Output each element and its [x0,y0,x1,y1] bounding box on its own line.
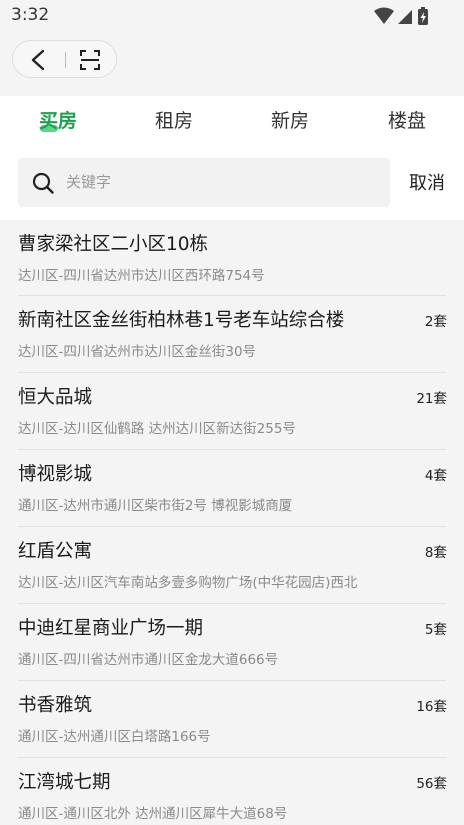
list-item-address: 达川区-四川省达州市达川区金丝街30号 [18,344,257,360]
capsule-divider [65,52,66,68]
list-item-address: 达川区-四川省达州市达川区西环路754号 [18,268,265,284]
list-item-count: 21套 [416,391,447,407]
tab-rent[interactable]: 租房 [155,107,193,135]
list-item-address: 通川区-四川省达州市通川区金龙大道666号 [18,652,279,668]
scan-icon[interactable] [79,49,101,71]
search-input[interactable] [66,170,376,194]
list-item-count: 8套 [424,545,447,561]
signal-icon [398,10,412,24]
battery-icon [418,7,428,25]
list-item-name: 恒大品城 [18,387,93,408]
list-item[interactable]: 书香雅筑 通川区-达州通川区白塔路166号 16套 [0,681,464,758]
status-time: 3:32 [11,5,50,25]
list-item[interactable]: 博视影城 通川区-达州市通川区柴市街2号 博视影城商厦 4套 [0,450,464,527]
back-arrow-icon[interactable] [27,49,51,71]
status-bar: 3:32 [0,0,464,32]
list-item-address: 达川区-达川区仙鹤路 达州达川区新达街255号 [18,421,296,437]
tab-estate[interactable]: 楼盘 [388,107,426,135]
list-item[interactable]: 恒大品城 达川区-达川区仙鹤路 达州达川区新达街255号 21套 [0,373,464,450]
cancel-button[interactable]: 取消 [409,169,445,195]
status-icons [374,7,428,25]
list-item[interactable]: 中迪红星商业广场一期 通川区-四川省达州市通川区金龙大道666号 5套 [0,604,464,681]
wifi-icon [374,7,394,24]
nav-capsule [12,40,117,78]
list-item[interactable]: 红盾公寓 达川区-达川区汽车南站多壹多购物广场(中华花园店)西北 8套 [0,527,464,604]
search-box [18,158,390,207]
list-item-count: 5套 [424,622,447,638]
list-item-name: 中迪红星商业广场一期 [18,618,204,639]
list-item-name: 新南社区金丝街柏林巷1号老车站综合楼 [18,310,345,331]
list-item-name: 博视影城 [18,464,93,485]
tab-new-house[interactable]: 新房 [271,107,309,135]
list-item-name: 江湾城七期 [18,772,111,793]
list-item-count: 2套 [424,314,447,330]
list-item-name: 曹家梁社区二小区10栋 [18,234,209,255]
list-item[interactable]: 曹家梁社区二小区10栋 达川区-四川省达州市达川区西环路754号 [0,220,464,296]
list-item-address: 通川区-通川区北外 达州通川区犀牛大道68号 [18,806,288,822]
list-item-name: 红盾公寓 [18,541,93,562]
list-item-address: 通川区-达州通川区白塔路166号 [18,729,211,745]
list-item[interactable]: 江湾城七期 通川区-通川区北外 达州通川区犀牛大道68号 56套 [0,758,464,825]
list-item-address: 通川区-达州市通川区柴市街2号 博视影城商厦 [18,498,293,514]
list-item-name: 书香雅筑 [18,695,93,716]
list-item-count: 4套 [424,468,447,484]
list-item-count: 16套 [416,699,447,715]
list-item-count: 56套 [416,776,447,792]
list-item[interactable]: 新南社区金丝街柏林巷1号老车站综合楼 达川区-四川省达州市达川区金丝街30号 2… [0,296,464,373]
search-icon [32,172,54,194]
results-list: 曹家梁社区二小区10栋 达川区-四川省达州市达川区西环路754号 新南社区金丝街… [0,220,464,825]
list-item-address: 达川区-达川区汽车南站多壹多购物广场(中华花园店)西北 [18,575,358,591]
tab-buy[interactable]: 买房 [39,107,77,135]
